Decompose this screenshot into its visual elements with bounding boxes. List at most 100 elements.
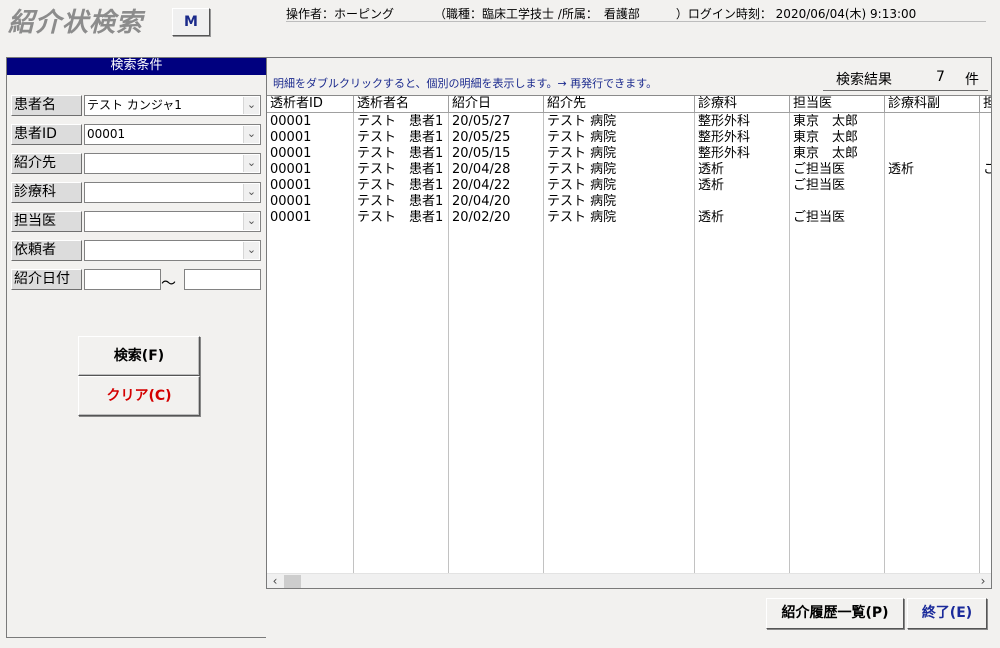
chevron-down-icon[interactable]: ⌄ (243, 126, 259, 143)
table-row[interactable]: 00001 テスト 患者1 20/04/20 テスト 病院 (267, 194, 991, 210)
operator-label: 操作者：ホーピング (286, 7, 395, 21)
cell-truncated (980, 194, 991, 210)
cell-doctor: 東京 太郎 (793, 130, 859, 145)
scroll-left-icon[interactable]: ‹ (267, 574, 283, 588)
cell-referral-destination: テスト 病院 (547, 178, 617, 193)
result-count-unit: 件 (965, 72, 979, 88)
cell-truncated: こ (980, 162, 991, 178)
horizontal-scrollbar[interactable]: ‹ › (267, 573, 991, 588)
cell-doctor: ご担当医 (793, 210, 846, 225)
table-row[interactable]: 00001 テスト 患者1 20/02/20 テスト 病院 透析 ご担当医 (267, 210, 991, 226)
cell-department: 整形外科 (698, 114, 751, 129)
cell-department: 透析 (698, 178, 725, 193)
result-count-box: 検索結果 7 件 (823, 66, 988, 91)
column-header-truncated[interactable]: 担 (980, 96, 991, 113)
chevron-down-icon[interactable]: ⌄ (243, 97, 259, 114)
cell-department: 透析 (698, 162, 725, 177)
chevron-down-icon[interactable]: ⌄ (243, 242, 259, 259)
cell-referral-date: 20/05/25 (452, 130, 511, 145)
cell-department (695, 194, 789, 210)
cell-patient-id: 00001 (270, 146, 312, 161)
search-conditions-panel: 検索条件 患者名 テスト カンジャ1 ⌄ 患者ID 00001 ⌄ 紹介先 ⌄ … (6, 57, 267, 638)
cell-referral-destination: テスト 病院 (547, 130, 617, 145)
column-header-referral-destination[interactable]: 紹介先 (544, 96, 695, 113)
department-label: 診療科 (11, 182, 82, 203)
search-button[interactable]: 検索(F) (78, 336, 200, 376)
cell-referral-date: 20/04/20 (452, 194, 511, 209)
referral-destination-combo[interactable]: ⌄ (84, 153, 261, 174)
scrollbar-thumb[interactable] (284, 575, 301, 588)
cell-patient-name: テスト 患者1 (357, 178, 444, 193)
footer-bar: 紹介履歴一覧(P) 終了(E) (266, 589, 992, 638)
results-panel: 明細をダブルクリックすると、個別の明細を表示します。→ 再発行できます。 検索結… (266, 57, 992, 589)
cell-referral-destination: テスト 病院 (547, 210, 617, 225)
doctor-label: 担当医 (11, 211, 82, 232)
cell-patient-name: テスト 患者1 (357, 210, 444, 225)
cell-department: 整形外科 (698, 146, 751, 161)
cell-referral-destination: テスト 病院 (547, 114, 617, 129)
cell-patient-id: 00001 (270, 194, 312, 209)
patient-id-combo[interactable]: 00001 ⌄ (84, 124, 261, 145)
column-header-patient-name[interactable]: 透析者名 (354, 96, 449, 113)
cell-department: 整形外科 (698, 130, 751, 145)
search-conditions-title: 検索条件 (7, 58, 266, 75)
patient-id-label: 患者ID (11, 124, 82, 145)
table-row[interactable]: 00001 テスト 患者1 20/04/28 テスト 病院 透析 ご担当医 透析… (267, 162, 991, 178)
cell-department: 透析 (698, 210, 725, 225)
cell-sub-department (885, 194, 979, 210)
cell-truncated (980, 114, 991, 130)
cell-referral-destination: テスト 病院 (547, 194, 617, 209)
column-header-patient-id[interactable]: 透析者ID (267, 96, 354, 113)
results-grid[interactable]: 透析者ID 透析者名 紹介日 紹介先 診療科 担当医 診療科副 担 00001 … (267, 95, 991, 588)
cell-patient-id: 00001 (270, 162, 312, 177)
page-title: 紹介状検索 (8, 8, 144, 38)
cell-referral-date: 20/05/15 (452, 146, 511, 161)
cell-doctor: 東京 太郎 (793, 146, 859, 161)
chevron-down-icon[interactable]: ⌄ (243, 155, 259, 172)
cell-truncated (980, 130, 991, 146)
requester-combo[interactable]: ⌄ (84, 240, 261, 261)
cell-referral-date: 20/04/22 (452, 178, 511, 193)
cell-patient-id: 00001 (270, 178, 312, 193)
table-row[interactable]: 00001 テスト 患者1 20/04/22 テスト 病院 透析 ご担当医 (267, 178, 991, 194)
cell-referral-date: 20/02/20 (452, 210, 511, 225)
cell-sub-department (885, 178, 979, 194)
cell-sub-department (885, 130, 979, 146)
cell-truncated (980, 178, 991, 194)
column-header-doctor[interactable]: 担当医 (790, 96, 885, 113)
result-count-value: 7 (936, 69, 945, 85)
doctor-combo[interactable]: ⌄ (84, 211, 261, 232)
department-combo[interactable]: ⌄ (84, 182, 261, 203)
referral-date-to-input[interactable] (184, 269, 261, 290)
referral-destination-label: 紹介先 (11, 153, 82, 174)
scroll-right-icon[interactable]: › (975, 574, 991, 588)
cell-doctor: ご担当医 (793, 178, 846, 193)
cell-patient-name: テスト 患者1 (357, 146, 444, 161)
referral-date-from-input[interactable] (84, 269, 161, 290)
cell-truncated (980, 146, 991, 162)
chevron-down-icon[interactable]: ⌄ (243, 213, 259, 230)
cell-patient-id: 00001 (270, 130, 312, 145)
column-header-department[interactable]: 診療科 (695, 96, 790, 113)
column-header-referral-date[interactable]: 紹介日 (449, 96, 544, 113)
cell-patient-name: テスト 患者1 (357, 162, 444, 177)
cell-doctor: 東京 太郎 (793, 114, 859, 129)
exit-button[interactable]: 終了(E) (907, 598, 987, 629)
column-header-sub-department[interactable]: 診療科副 (885, 96, 980, 113)
cell-patient-id: 00001 (270, 114, 312, 129)
table-row[interactable]: 00001 テスト 患者1 20/05/27 テスト 病院 整形外科 東京 太郎 (267, 114, 991, 130)
cell-sub-department: 透析 (888, 162, 915, 177)
grid-header: 透析者ID 透析者名 紹介日 紹介先 診療科 担当医 診療科副 担 (267, 96, 991, 113)
login-info-bar: 操作者：ホーピング （職種：臨床工学技士 /所属： 看護部 ）ログイン時刻： 2… (286, 4, 986, 22)
menu-button[interactable]: M (172, 8, 210, 36)
table-row[interactable]: 00001 テスト 患者1 20/05/15 テスト 病院 整形外科 東京 太郎 (267, 146, 991, 162)
patient-name-value: テスト カンジャ1 (87, 98, 182, 112)
cell-patient-name: テスト 患者1 (357, 194, 444, 209)
cell-sub-department (885, 114, 979, 130)
patient-name-combo[interactable]: テスト カンジャ1 ⌄ (84, 95, 261, 116)
role-login-label: （職種：臨床工学技士 /所属： 看護部 ）ログイン時刻： 2020/06/04(… (434, 7, 917, 21)
referral-history-button[interactable]: 紹介履歴一覧(P) (766, 598, 904, 629)
table-row[interactable]: 00001 テスト 患者1 20/05/25 テスト 病院 整形外科 東京 太郎 (267, 130, 991, 146)
chevron-down-icon[interactable]: ⌄ (243, 184, 259, 201)
clear-button[interactable]: クリア(C) (78, 376, 200, 416)
